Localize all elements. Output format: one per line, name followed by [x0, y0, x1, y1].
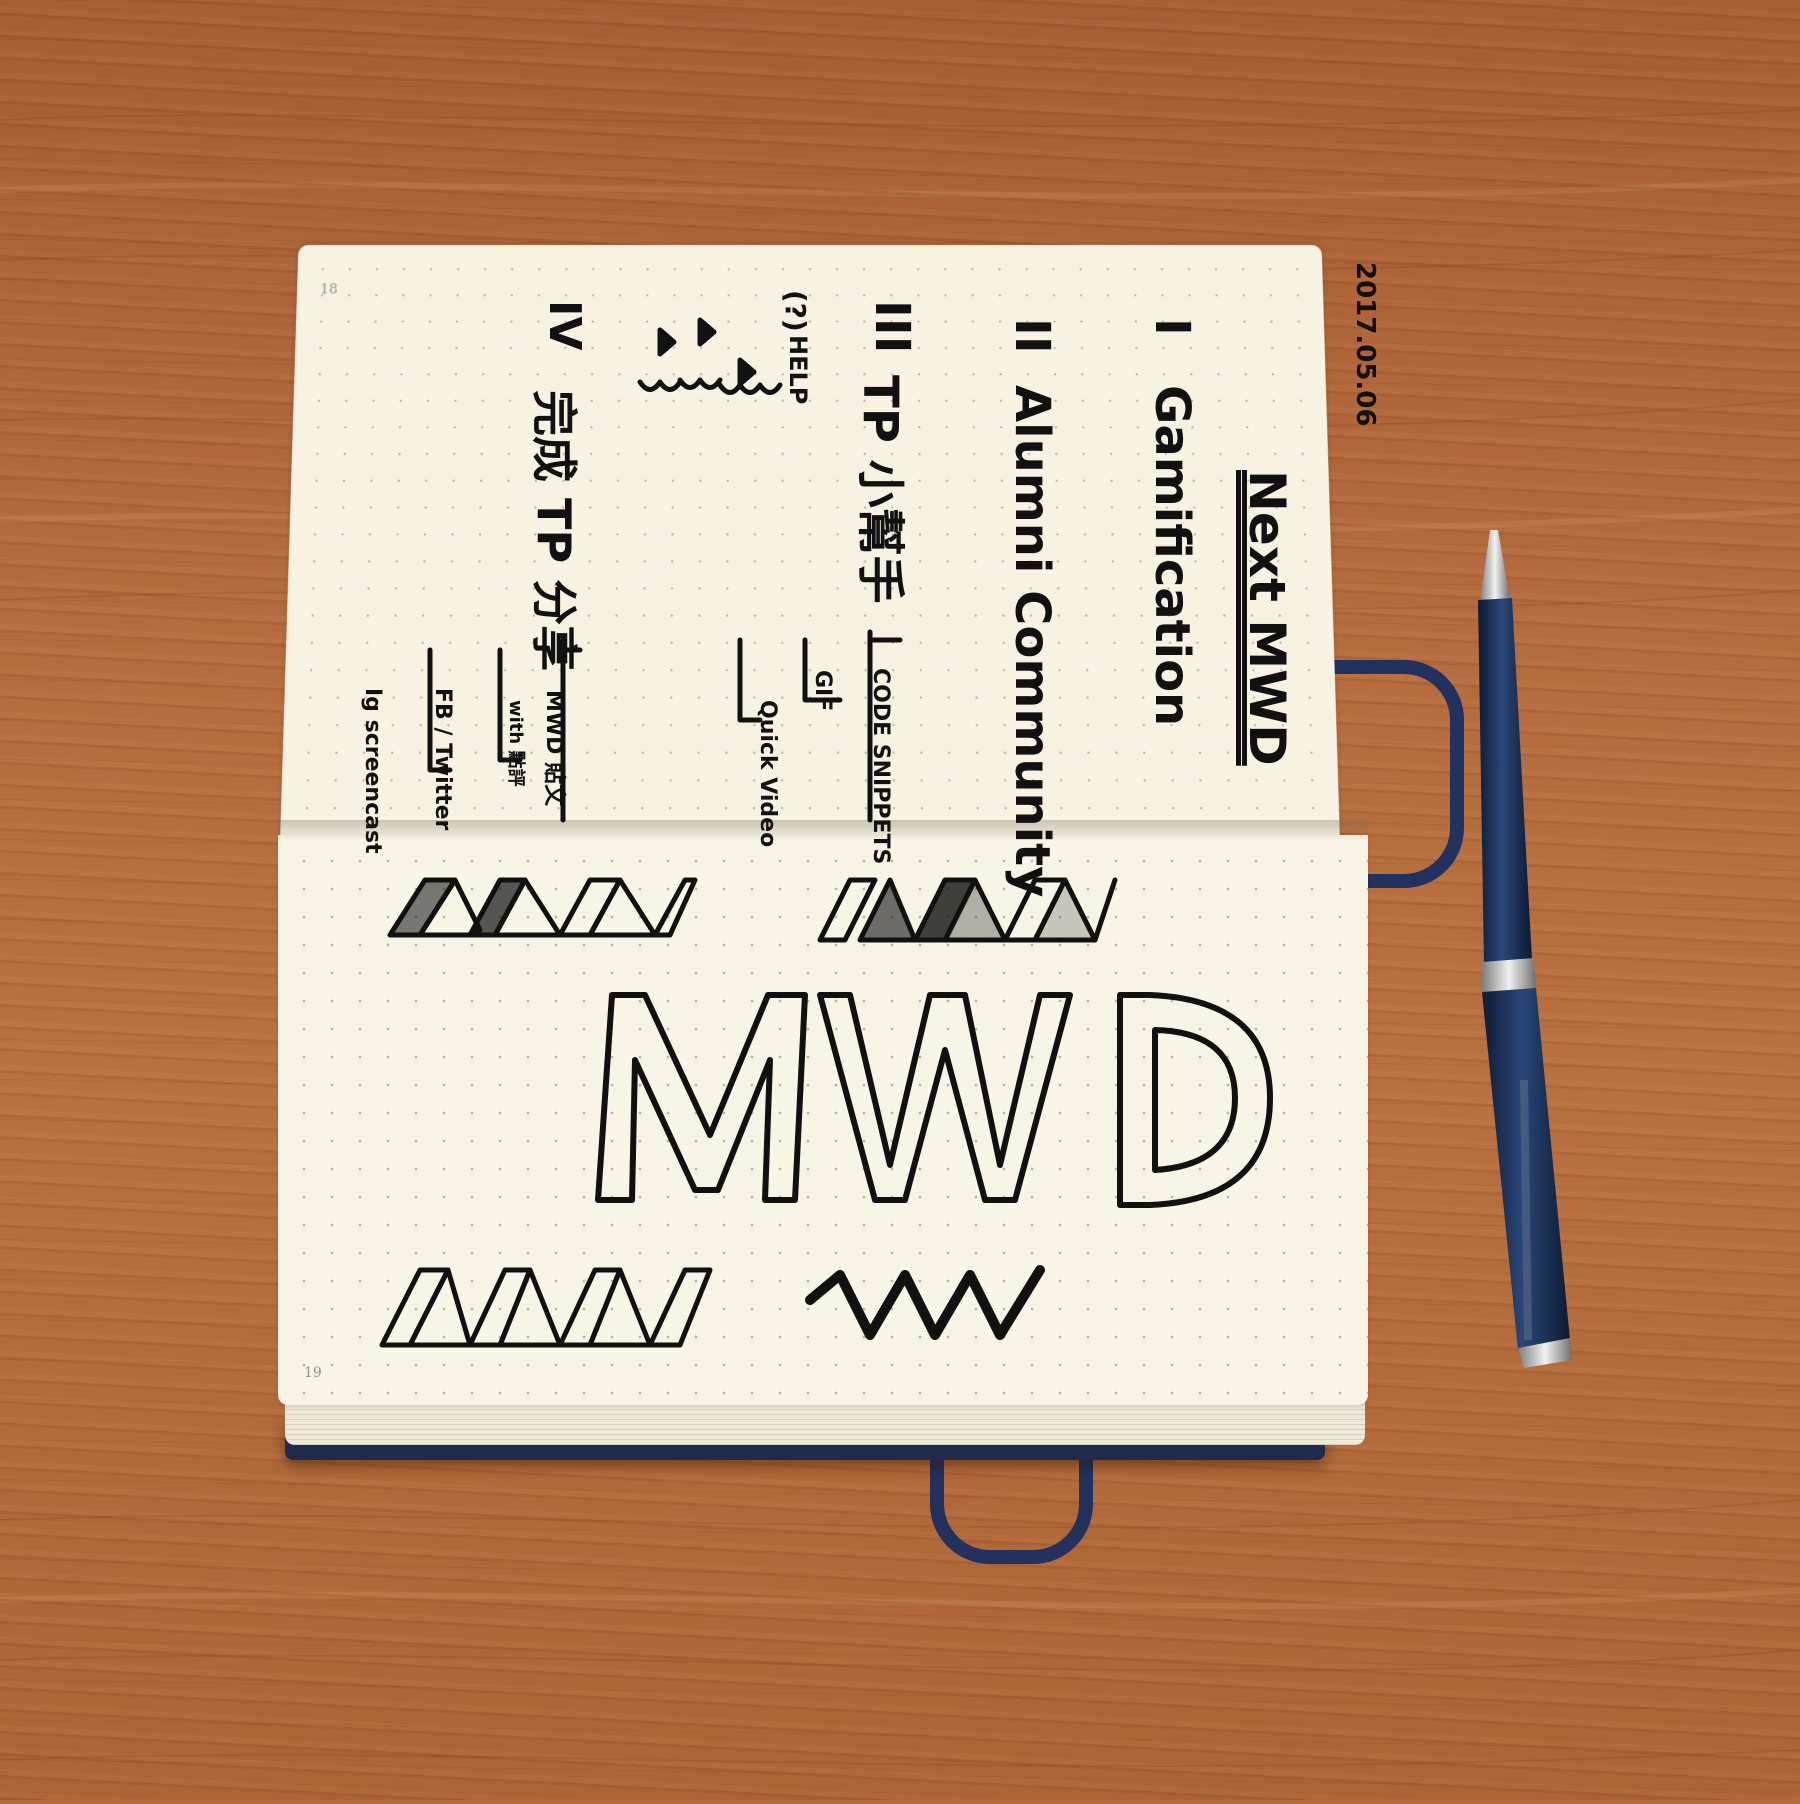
numeral-3: III	[864, 300, 920, 354]
date-text: 2017.05.06	[1350, 262, 1380, 426]
dot-grid	[278, 835, 1368, 1405]
sub-item-with-review: with 點評	[504, 700, 530, 786]
item-tp-helper: TP 小幫手	[850, 375, 920, 604]
sub-item-gif: GIF	[810, 670, 835, 711]
page-title: Next MWD	[1238, 470, 1296, 766]
elastic-band-bottom	[930, 1450, 1093, 1564]
page-number-bottom: 19	[304, 1365, 322, 1381]
notebook-page-bottom: 19	[278, 835, 1368, 1405]
item-gamification: Gamification	[1144, 385, 1200, 726]
ballpoint-pen	[1420, 520, 1680, 1380]
item-tp-share: 完成 TP 分享	[524, 390, 590, 671]
sub-item-mwd-post: MWD 貼文	[540, 690, 572, 806]
numeral-2: II	[1004, 318, 1060, 354]
sub-item-code-snippets: CODE SNIPPETS	[868, 668, 893, 864]
sub-item-quick-video: Quick Video	[755, 700, 780, 847]
numeral-1: I	[1144, 318, 1200, 336]
help-label: HELP	[784, 335, 812, 404]
item-alumni-community: Alumni Community	[1004, 385, 1060, 897]
sub-item-fb-twitter: FB / Twitter	[430, 688, 455, 830]
sub-item-ig-screencast: Ig screencast	[360, 688, 385, 854]
page-number-top: 18	[320, 282, 338, 297]
numeral-4: IV	[539, 300, 590, 350]
question-mark-icon: (?)	[779, 290, 812, 332]
